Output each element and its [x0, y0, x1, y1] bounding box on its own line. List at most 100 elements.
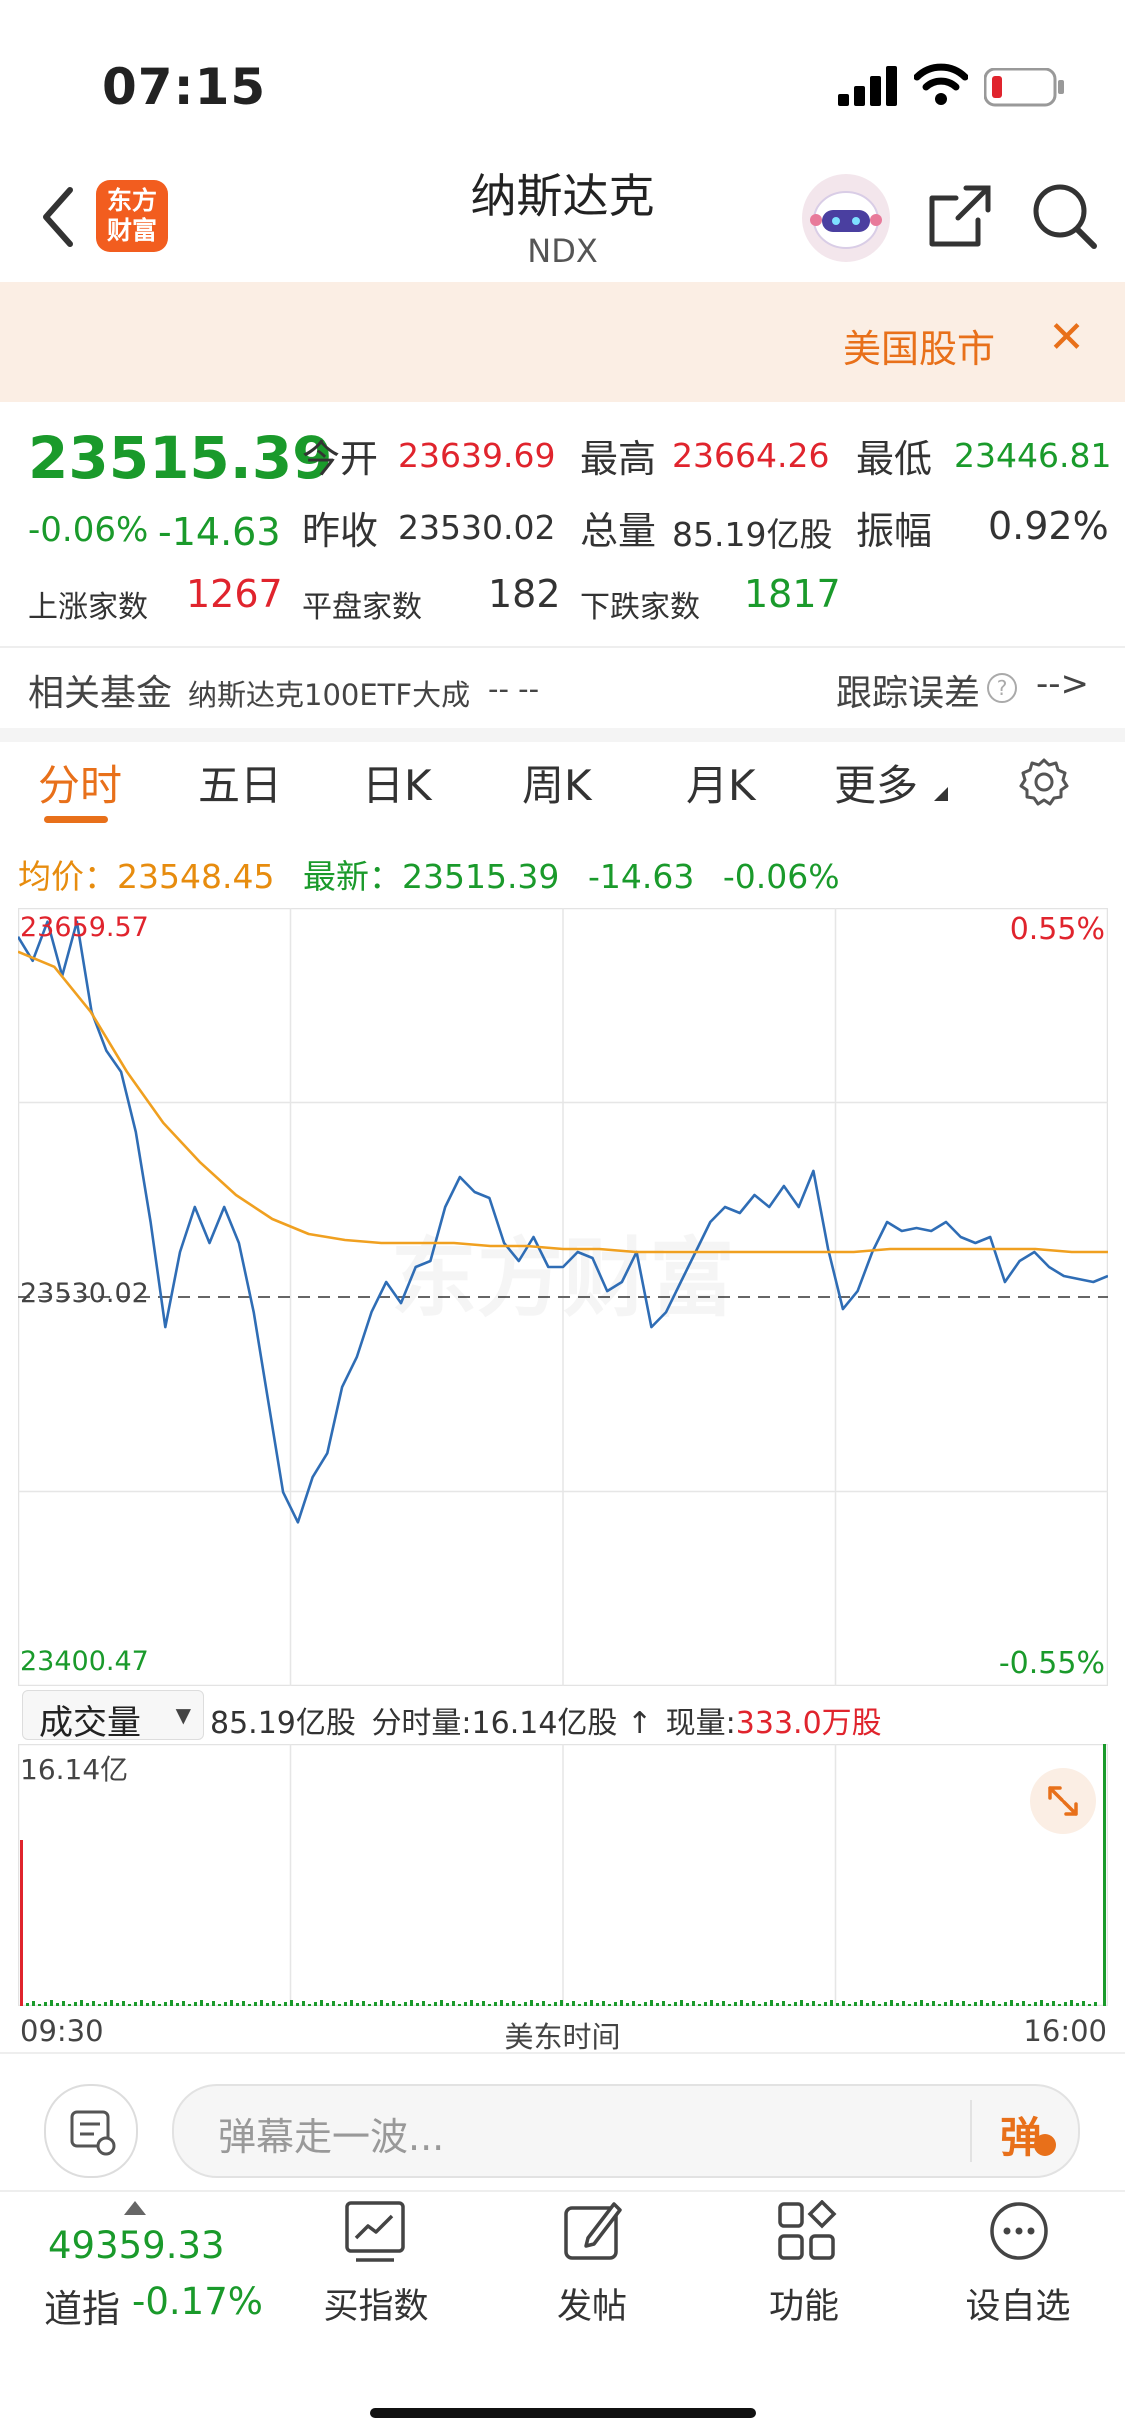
expand-chart-button[interactable]: [1030, 1768, 1096, 1834]
x-axis-label: 美东时间: [504, 2020, 621, 2054]
x-end-label: 16:00: [1023, 2014, 1107, 2048]
volume-bar: [332, 2001, 335, 2006]
volume-bar: [626, 2003, 629, 2006]
share-icon[interactable]: [926, 182, 994, 254]
danmu-input[interactable]: 弹幕走一波... 弹: [172, 2084, 1080, 2178]
wifi-icon: [913, 62, 969, 110]
volume-bar: [74, 2002, 77, 2006]
volume-bar: [620, 2000, 623, 2006]
search-icon[interactable]: [1030, 180, 1100, 256]
volume-chart[interactable]: [18, 1744, 1108, 2006]
expand-icon: [1048, 1786, 1078, 1816]
tab-monthly-k[interactable]: 月K: [686, 752, 756, 813]
volume-selector[interactable]: 成交量 ▼: [22, 1690, 204, 1743]
volume-bar: [80, 2000, 83, 2006]
y-ref-label: 23530.02: [20, 1278, 149, 1309]
ticker-change: -0.17%: [132, 2280, 263, 2323]
volume-bar: [1082, 2001, 1085, 2006]
volume-bar: [494, 2002, 497, 2006]
nav-post[interactable]: 发帖: [512, 2196, 672, 2327]
volume-bar: [356, 2003, 359, 2006]
volume-bar: [290, 2000, 293, 2006]
volume-bar: [752, 2001, 755, 2006]
volume-bar: [860, 2000, 863, 2006]
volume-bar: [554, 2002, 557, 2006]
legend-change: -14.63: [587, 857, 695, 896]
price-chart[interactable]: 东方财富: [18, 908, 1108, 1686]
nav-add-watchlist[interactable]: 设自选: [938, 2196, 1098, 2327]
volume-bar: [1088, 2004, 1091, 2006]
current-price: 23515.39: [28, 424, 333, 492]
volume-bar: [680, 2000, 683, 2006]
volume-bar: [1094, 2002, 1097, 2006]
volume-bar: [902, 2001, 905, 2006]
volume-bar: [638, 2004, 641, 2006]
volume-bar: [422, 2001, 425, 2006]
volume-bar: [140, 2000, 143, 2006]
volume-bar: [992, 2001, 995, 2006]
volume-bar: [1052, 2001, 1055, 2006]
trend-chart-icon: [345, 2201, 405, 2262]
up-count-label: 上涨家数: [28, 590, 148, 625]
nav-functions-label: 功能: [768, 2287, 839, 2327]
volume-bar: [200, 2000, 203, 2006]
volume-bar: [386, 2003, 389, 2006]
volume-bar: [668, 2004, 671, 2006]
volume-bar: [1028, 2004, 1031, 2006]
volume-bar: [710, 2000, 713, 2006]
tab-five-day[interactable]: 五日: [198, 752, 282, 813]
tab-weekly-k[interactable]: 周K: [522, 752, 592, 813]
volume-label: 总量: [580, 509, 657, 553]
nav-functions[interactable]: 功能: [724, 2196, 884, 2327]
volume-bar: [740, 2000, 743, 2006]
volume-bar: [674, 2002, 677, 2006]
settings-gear-icon[interactable]: [1018, 756, 1070, 812]
current-volume-label: 现量:: [665, 1706, 736, 1741]
volume-bar: [1010, 2000, 1013, 2006]
nav-buy-index[interactable]: 买指数: [296, 2196, 456, 2327]
tab-intraday[interactable]: 分时: [38, 752, 122, 813]
robot-avatar-icon[interactable]: [800, 172, 892, 268]
volume-bar: [980, 2000, 983, 2006]
volume-bar: [296, 2003, 299, 2006]
volume-selector-label: 成交量: [39, 1703, 141, 1743]
volume-bar: [398, 2004, 401, 2006]
volume-bar: [938, 2004, 941, 2006]
volume-bar: [440, 2000, 443, 2006]
banner-text: 美国股市: [842, 327, 995, 371]
volume-bar: [464, 2002, 467, 2006]
volume-bar: [98, 2004, 101, 2006]
help-icon[interactable]: ?: [986, 672, 1018, 708]
volume-bar: [1016, 2003, 1019, 2006]
volume-bar: [164, 2002, 167, 2006]
volume-bar: [248, 2004, 251, 2006]
volume-bar: [590, 2000, 593, 2006]
flat-count-label: 平盘家数: [302, 590, 422, 625]
volume-bar: [782, 2001, 785, 2006]
volume-bar: [230, 2000, 233, 2006]
volume-bar: [254, 2002, 257, 2006]
volume-bar: [1064, 2002, 1067, 2006]
volume-bar: [146, 2003, 149, 2006]
close-icon[interactable]: ✕: [1048, 312, 1085, 363]
volume-bar: [470, 2000, 473, 2006]
danmu-list-button[interactable]: [44, 2084, 138, 2178]
volume-bar: [608, 2004, 611, 2006]
tracking-value[interactable]: -->: [1036, 664, 1089, 704]
volume-bar: [704, 2002, 707, 2006]
volume-bar: [896, 2003, 899, 2006]
danmu-toggle-button[interactable]: 弹: [1000, 2104, 1042, 2165]
volume-bar: [62, 2001, 65, 2006]
volume-bar: [32, 2001, 35, 2006]
volume-bar: [746, 2003, 749, 2006]
high-label: 最高: [580, 437, 657, 481]
danmu-list-icon: [70, 2110, 116, 2156]
volume-bar: [182, 2001, 185, 2006]
volume-bar: [962, 2001, 965, 2006]
volume-bar: [914, 2002, 917, 2006]
tab-more[interactable]: 更多: [834, 752, 918, 813]
volume-bar: [326, 2003, 329, 2006]
nav-post-label: 发帖: [556, 2287, 627, 2327]
tab-daily-k[interactable]: 日K: [362, 752, 432, 813]
nav-buy-index-label: 买指数: [323, 2287, 429, 2327]
